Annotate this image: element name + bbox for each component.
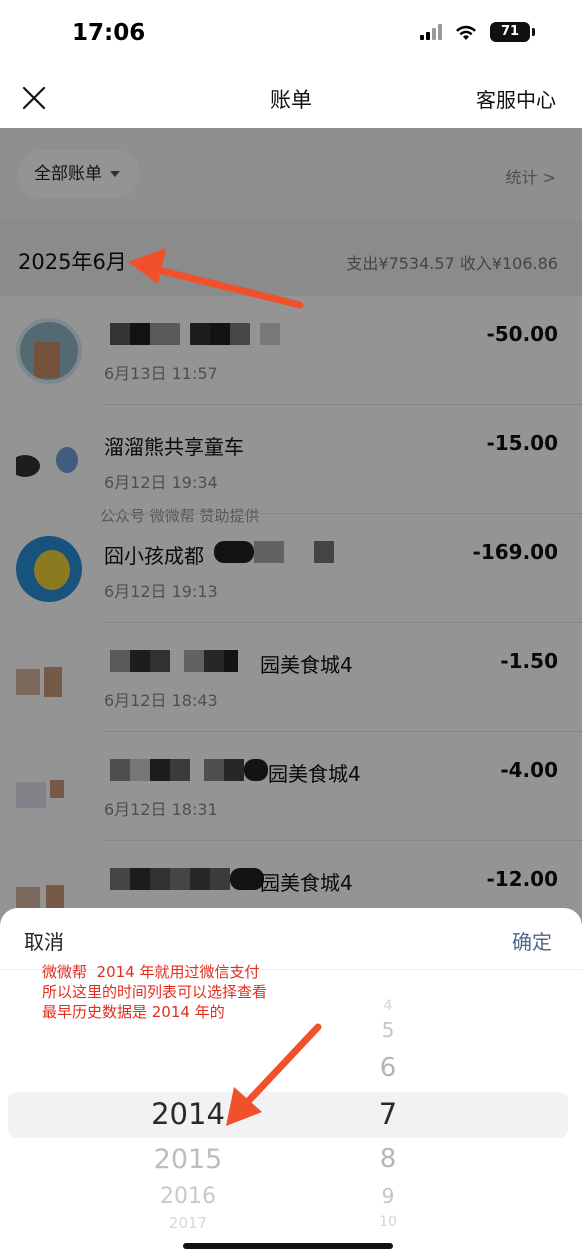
- status-bar: 17:06 71: [0, 0, 582, 70]
- wifi-icon: [456, 25, 476, 40]
- status-time: 17:06: [72, 20, 146, 46]
- date-picker-sheet: 取消 确定 微微帮 2014 年就用过微信支付 所以这里的时间列表可以选择查看 …: [0, 908, 582, 1252]
- confirm-button[interactable]: 确定: [512, 926, 552, 955]
- nav-bar: 账单 客服中心: [0, 70, 582, 128]
- battery-icon: 71: [490, 22, 535, 42]
- picker-month-option[interactable]: 4: [288, 998, 488, 1014]
- picker-year-option[interactable]: 2016: [88, 1184, 288, 1209]
- picker-month-option[interactable]: 9: [288, 1184, 488, 1208]
- home-indicator[interactable]: [183, 1243, 393, 1249]
- picker-month-option[interactable]: 5: [288, 1018, 488, 1042]
- picker-month-option[interactable]: 8: [288, 1144, 488, 1174]
- signal-icon: [420, 24, 442, 40]
- customer-service-link[interactable]: 客服中心: [476, 84, 556, 113]
- picker-month-option[interactable]: 10: [288, 1214, 488, 1230]
- picker-month-selected[interactable]: 7: [288, 1097, 488, 1131]
- annotation-text: 微微帮 2014 年就用过微信支付 所以这里的时间列表可以选择查看 最早历史数据…: [42, 963, 268, 1021]
- status-icons: 71: [420, 22, 535, 42]
- cancel-button[interactable]: 取消: [24, 926, 64, 955]
- picker-year-option[interactable]: 2017: [88, 1214, 288, 1232]
- picker-month-option[interactable]: 6: [288, 1053, 488, 1083]
- picker-header: 取消 确定: [0, 908, 582, 970]
- picker-year-option[interactable]: 2015: [88, 1144, 288, 1175]
- picker-year-selected[interactable]: 2014: [88, 1097, 288, 1131]
